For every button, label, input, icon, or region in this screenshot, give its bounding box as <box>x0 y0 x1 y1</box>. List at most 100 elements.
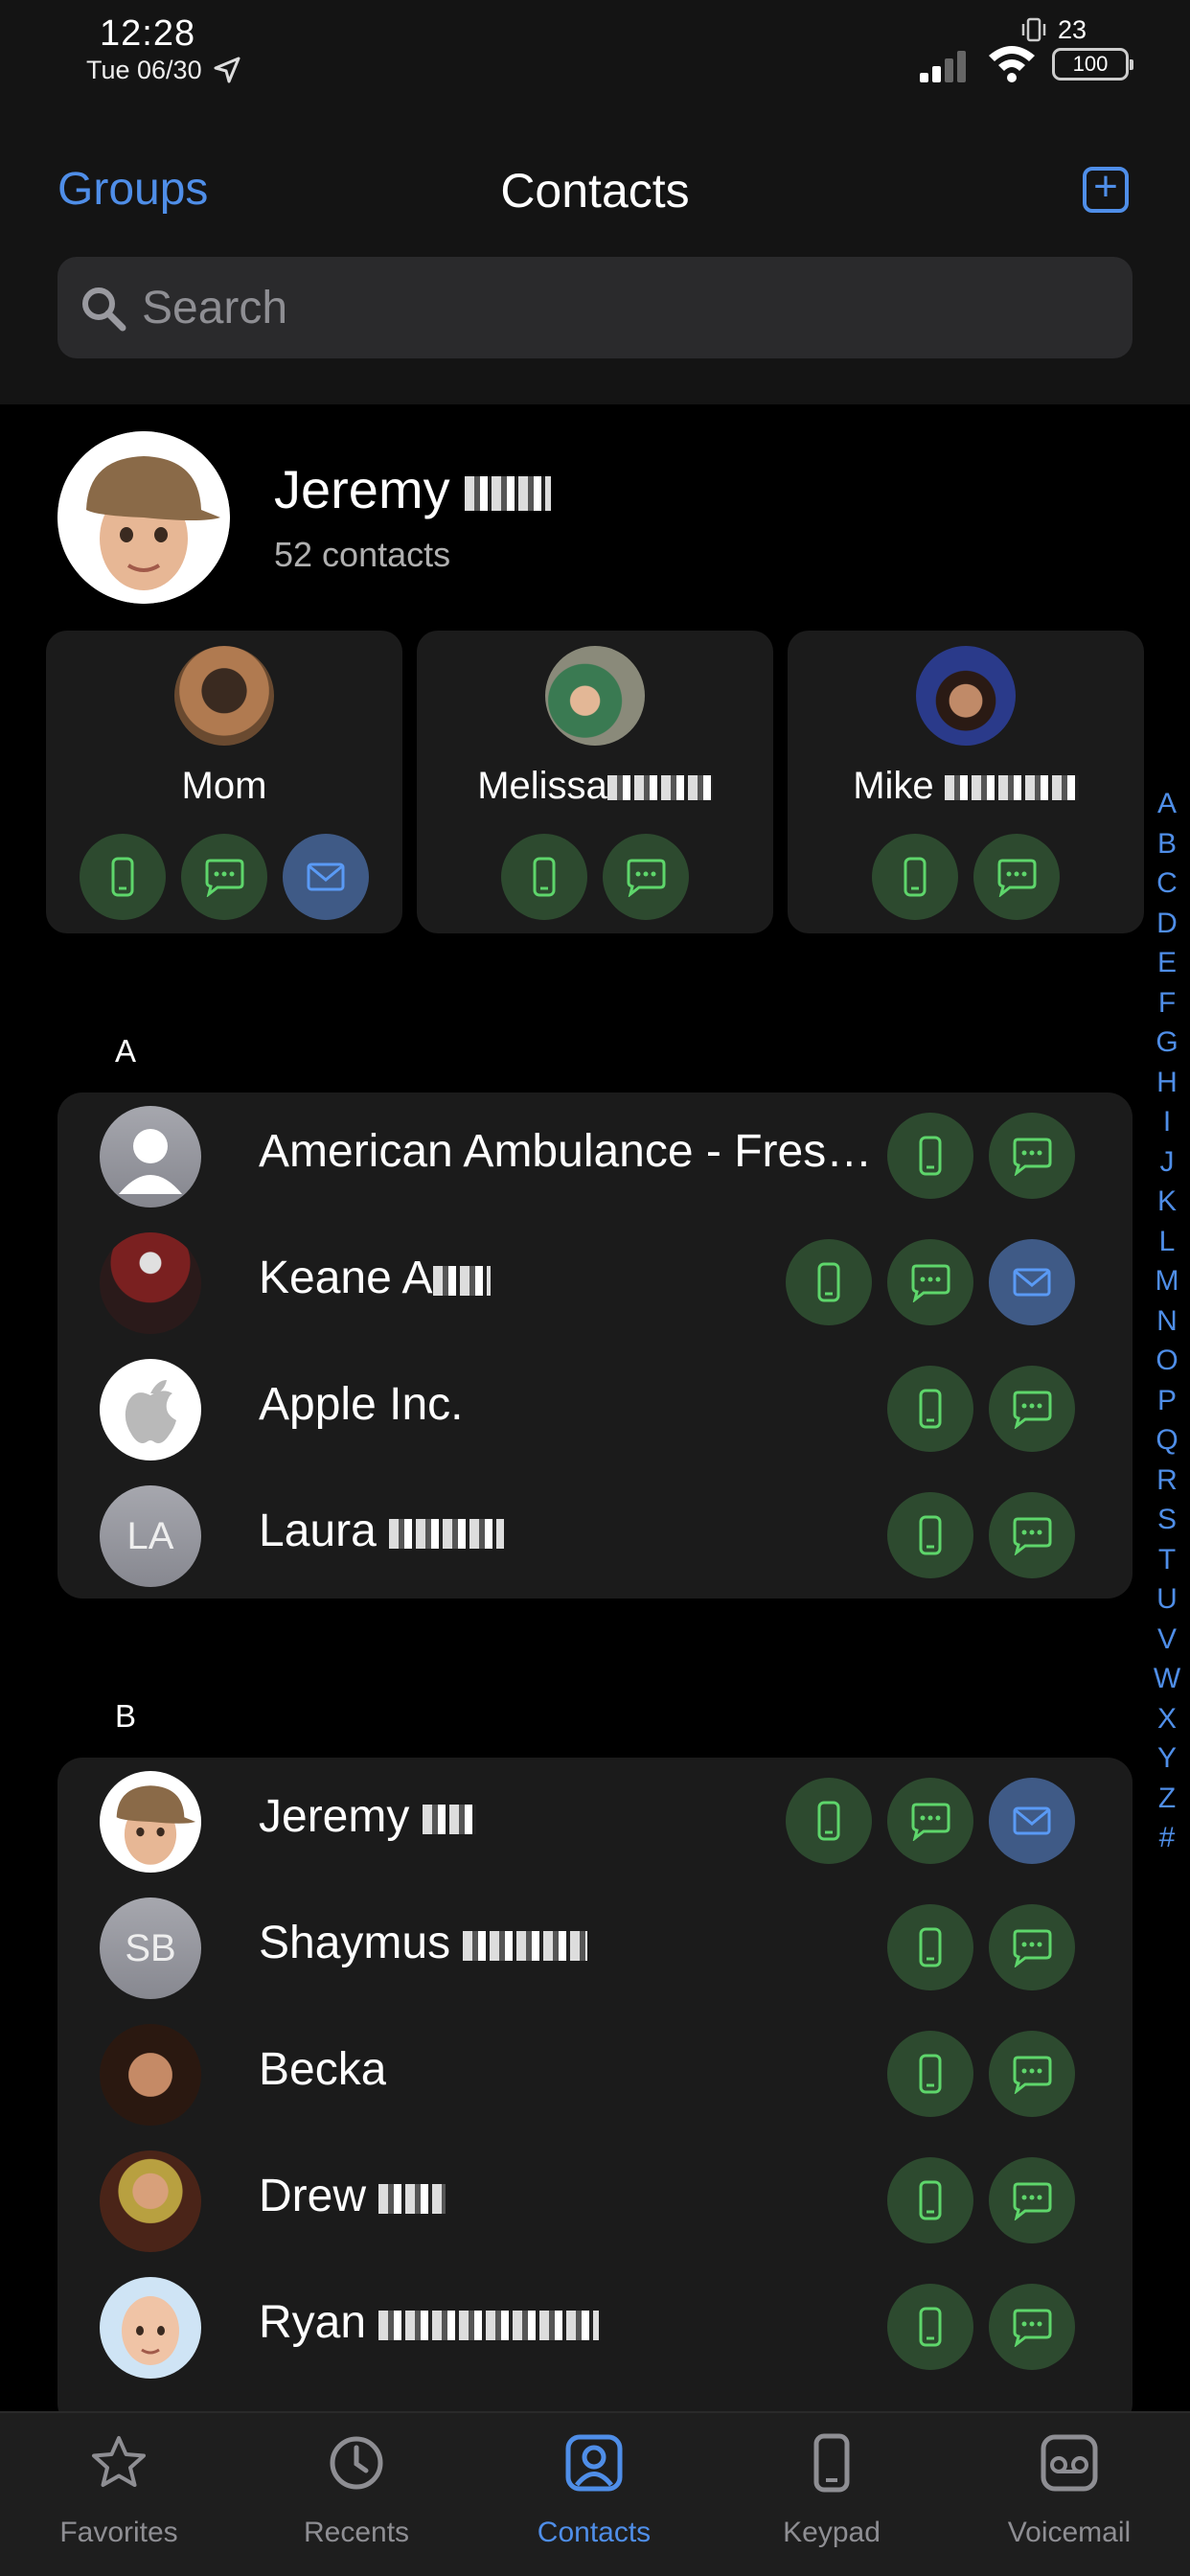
alphabet-index-letter[interactable]: F <box>1150 983 1184 1024</box>
message-button[interactable] <box>989 1366 1075 1452</box>
phone-button[interactable] <box>887 1113 973 1199</box>
message-button[interactable] <box>603 834 689 920</box>
phone-button[interactable] <box>887 2031 973 2117</box>
profile-avatar[interactable] <box>57 431 230 604</box>
list-item[interactable]: SB Shaymus <box>57 1884 1133 2011</box>
phone-icon <box>919 1927 942 1967</box>
tab-voicemail[interactable]: Voicemail <box>950 2413 1188 2576</box>
alphabet-index-letter[interactable]: X <box>1150 1699 1184 1739</box>
message-icon <box>997 859 1037 897</box>
contact-name: Ryan <box>259 2296 600 2349</box>
message-button[interactable] <box>887 1778 973 1864</box>
avatar <box>100 2277 201 2379</box>
list-item[interactable]: Drew <box>57 2137 1133 2264</box>
message-button[interactable] <box>887 1239 973 1325</box>
alphabet-index-letter[interactable]: H <box>1150 1063 1184 1103</box>
status-bar: 12:28 Tue 06/30 23 100 <box>0 0 1190 125</box>
list-item[interactable]: Becka <box>57 2011 1133 2137</box>
alphabet-index-letter[interactable]: G <box>1150 1023 1184 1063</box>
alphabet-index-letter[interactable]: I <box>1150 1102 1184 1142</box>
person-placeholder-icon <box>119 1129 182 1194</box>
contact-name: Shaymus <box>259 1917 588 1969</box>
alphabet-index-letter[interactable]: T <box>1150 1540 1184 1580</box>
tab-favorites[interactable]: Favorites <box>0 2413 238 2576</box>
alphabet-index-letter[interactable]: M <box>1150 1261 1184 1301</box>
phone-button[interactable] <box>887 2284 973 2370</box>
phone-button[interactable] <box>887 1492 973 1578</box>
memoji-icon <box>57 431 230 604</box>
alphabet-index-letter[interactable]: D <box>1150 904 1184 944</box>
alphabet-index[interactable]: A B C D E F G H I J K L M N O P Q R S T U V W X Y Z # <box>1150 784 1184 1858</box>
phone-button[interactable] <box>887 2157 973 2243</box>
contact-group-a: American Ambulance - Fresno... Keane A A… <box>57 1092 1133 1598</box>
contact-group-b: Jeremy SB Shaymus Becka Drew Ryan <box>57 1758 1133 2428</box>
phone-button[interactable] <box>786 1778 872 1864</box>
alphabet-index-letter[interactable]: N <box>1150 1301 1184 1342</box>
tab-recents[interactable]: Recents <box>238 2413 475 2576</box>
phone-icon <box>919 1389 942 1429</box>
favorite-card[interactable]: Melissa <box>417 631 773 933</box>
message-icon <box>205 859 244 897</box>
notification-count: 23 <box>1058 15 1087 44</box>
message-button[interactable] <box>989 2157 1075 2243</box>
mail-button[interactable] <box>989 1778 1075 1864</box>
message-button[interactable] <box>989 2284 1075 2370</box>
avatar <box>174 646 274 746</box>
phone-icon <box>919 1515 942 1555</box>
phone-button[interactable] <box>872 834 958 920</box>
message-button[interactable] <box>989 2031 1075 2117</box>
alphabet-index-letter[interactable]: Z <box>1150 1779 1184 1819</box>
alphabet-index-letter[interactable]: Y <box>1150 1738 1184 1779</box>
mail-button[interactable] <box>989 1239 1075 1325</box>
phone-button[interactable] <box>887 1366 973 1452</box>
message-button[interactable] <box>989 1492 1075 1578</box>
alphabet-index-letter[interactable]: K <box>1150 1182 1184 1222</box>
alphabet-index-letter[interactable]: B <box>1150 824 1184 864</box>
alphabet-index-letter[interactable]: J <box>1150 1142 1184 1183</box>
section-header-a: A <box>115 1033 137 1069</box>
phone-button[interactable] <box>501 834 587 920</box>
phone-button[interactable] <box>786 1239 872 1325</box>
alphabet-index-letter[interactable]: R <box>1150 1460 1184 1501</box>
avatar <box>100 1771 201 1873</box>
contact-name: Keane A <box>259 1252 491 1304</box>
alphabet-index-letter[interactable]: Q <box>1150 1420 1184 1460</box>
list-item[interactable]: LA Laura <box>57 1472 1133 1598</box>
alphabet-index-letter[interactable]: V <box>1150 1620 1184 1660</box>
tab-contacts[interactable]: Contacts <box>475 2413 713 2576</box>
alphabet-index-letter[interactable]: E <box>1150 943 1184 983</box>
signal-icon <box>920 51 966 82</box>
avatar <box>100 1232 201 1334</box>
contact-name: Becka <box>259 2044 387 2095</box>
status-date: Tue 06/30 <box>86 56 202 84</box>
add-contact-button[interactable]: + <box>1083 166 1129 213</box>
phone-button[interactable] <box>80 834 166 920</box>
message-icon <box>1013 2309 1052 2347</box>
list-item[interactable]: Ryan <box>57 2264 1133 2390</box>
alphabet-index-letter[interactable]: U <box>1150 1579 1184 1620</box>
list-item[interactable]: Apple Inc. <box>57 1346 1133 1472</box>
favorite-card[interactable]: Mom <box>46 631 402 933</box>
alphabet-index-letter[interactable]: C <box>1150 863 1184 904</box>
profile-contact-count: 52 contacts <box>274 535 451 574</box>
message-button[interactable] <box>989 1904 1075 1990</box>
search-input[interactable]: Search <box>57 257 1133 358</box>
list-item[interactable]: Jeremy <box>57 1758 1133 1884</box>
message-button[interactable] <box>989 1113 1075 1199</box>
message-button[interactable] <box>973 834 1060 920</box>
avatar: LA <box>100 1485 201 1587</box>
alphabet-index-letter[interactable]: # <box>1150 1818 1184 1858</box>
alphabet-index-letter[interactable]: L <box>1150 1222 1184 1262</box>
alphabet-index-letter[interactable]: A <box>1150 784 1184 824</box>
phone-button[interactable] <box>887 1904 973 1990</box>
list-item[interactable]: Keane A <box>57 1219 1133 1346</box>
alphabet-index-letter[interactable]: W <box>1150 1659 1184 1699</box>
alphabet-index-letter[interactable]: P <box>1150 1381 1184 1421</box>
message-button[interactable] <box>181 834 267 920</box>
mail-button[interactable] <box>283 834 369 920</box>
favorite-card[interactable]: Mike <box>788 631 1144 933</box>
alphabet-index-letter[interactable]: S <box>1150 1500 1184 1540</box>
list-item[interactable]: American Ambulance - Fresno... <box>57 1092 1133 1219</box>
alphabet-index-letter[interactable]: O <box>1150 1341 1184 1381</box>
tab-keypad[interactable]: Keypad <box>713 2413 950 2576</box>
